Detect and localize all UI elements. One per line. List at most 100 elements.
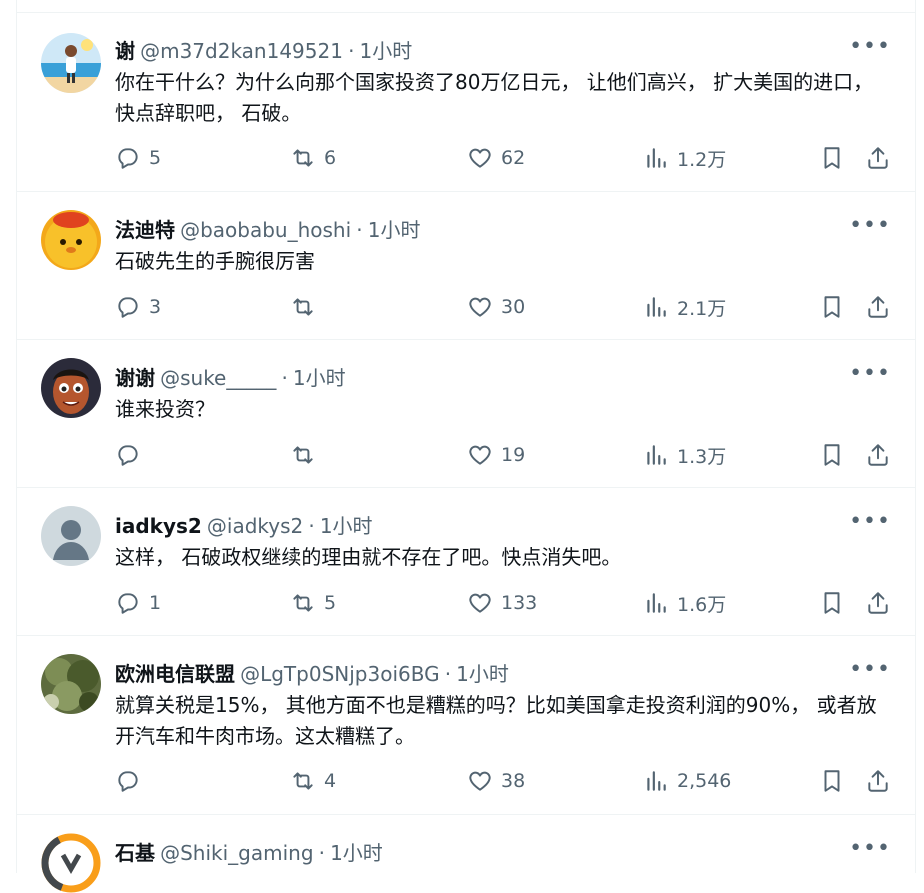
display-name[interactable]: 法迪特 — [115, 218, 175, 242]
timestamp[interactable]: 1小时 — [320, 514, 373, 538]
timestamp[interactable]: 1小时 — [368, 218, 421, 242]
beach-person-avatar-icon — [41, 33, 101, 93]
share-icon — [868, 147, 888, 169]
retweet-button[interactable] — [290, 440, 324, 470]
overwatch-logo-avatar-icon — [41, 833, 101, 893]
heart-icon — [469, 297, 491, 317]
views-chart-icon — [647, 593, 666, 613]
retweet-icon — [293, 149, 313, 167]
share-button[interactable] — [865, 766, 891, 796]
retweet-button[interactable]: 5 — [290, 588, 336, 618]
display-name[interactable]: 谢 — [115, 39, 135, 63]
view-count: 2.1万 — [677, 297, 727, 320]
display-name[interactable]: 欧洲电信联盟 — [115, 662, 235, 686]
reply-button[interactable] — [115, 440, 149, 470]
tweet-text: 你在干什么？为什么向那个国家投资了80万亿日元， 让他们高兴， 扩大美国的进口，… — [115, 70, 874, 125]
avatar[interactable] — [41, 654, 101, 714]
reply-count: 5 — [149, 147, 162, 169]
user-handle[interactable]: @Shiki_gaming — [160, 841, 313, 865]
views-button[interactable]: 2.1万 — [643, 292, 726, 322]
views-chart-icon — [647, 771, 666, 791]
views-chart-icon — [647, 297, 666, 317]
share-button[interactable] — [865, 143, 891, 173]
avatar[interactable] — [41, 210, 101, 270]
avatar[interactable] — [41, 506, 101, 566]
user-handle[interactable]: @LgTp0SNjp3oi6BG — [240, 662, 440, 686]
more-options-button[interactable]: ••• — [849, 838, 891, 860]
reply-icon — [118, 148, 138, 169]
like-button[interactable]: 30 — [467, 292, 525, 322]
more-options-button[interactable]: ••• — [849, 363, 891, 385]
tweet[interactable]: 谢 @m37d2kan149521 · 1小时 ••• 你在干什么？为什么向那个… — [17, 13, 915, 192]
avatar[interactable] — [41, 33, 101, 93]
retweet-button[interactable] — [290, 292, 324, 322]
display-name[interactable]: 石基 — [115, 841, 155, 865]
bookmark-button[interactable] — [819, 440, 845, 470]
user-handle[interactable]: @baobabu_hoshi — [180, 218, 351, 242]
reply-icon — [118, 593, 138, 614]
tweet-text: 谁来投资？ — [115, 397, 215, 421]
more-options-button[interactable]: ••• — [849, 215, 891, 237]
bookmark-icon — [824, 147, 840, 169]
share-icon — [868, 444, 888, 466]
heart-icon — [469, 148, 491, 168]
avatar[interactable] — [41, 358, 101, 418]
timestamp[interactable]: 1小时 — [330, 841, 383, 865]
reply-icon — [118, 445, 138, 466]
views-button[interactable]: 1.6万 — [643, 588, 726, 618]
avatar[interactable] — [41, 833, 101, 893]
bookmark-button[interactable] — [819, 143, 845, 173]
retweet-icon — [293, 772, 313, 790]
separator-dot: · — [318, 841, 325, 865]
user-handle[interactable]: @suke_____ — [160, 366, 276, 390]
display-name[interactable]: iadkys2 — [115, 514, 202, 538]
timestamp[interactable]: 1小时 — [293, 366, 346, 390]
reply-button[interactable]: 1 — [115, 588, 161, 618]
view-count: 1.6万 — [677, 593, 727, 616]
retweet-button[interactable]: 4 — [290, 766, 336, 796]
share-button[interactable] — [865, 588, 891, 618]
more-options-button[interactable]: ••• — [849, 36, 891, 58]
like-button[interactable]: 62 — [467, 143, 525, 173]
retweet-count: 4 — [324, 770, 337, 792]
heart-icon — [469, 445, 491, 465]
reply-icon — [118, 771, 138, 792]
tweet[interactable]: 谢谢 @suke_____ · 1小时 ••• 谁来投资？ 19 1.3万 — [17, 340, 915, 488]
view-count: 2,546 — [677, 770, 732, 792]
bookmark-button[interactable] — [819, 766, 845, 796]
action-bar: 5 6 62 1.2万 — [115, 143, 893, 173]
like-button[interactable]: 38 — [467, 766, 525, 796]
bookmark-button[interactable] — [819, 292, 845, 322]
display-name[interactable]: 谢谢 — [115, 366, 155, 390]
bookmark-icon — [824, 592, 840, 614]
tweet[interactable]: iadkys2 @iadkys2 · 1小时 ••• 这样， 石破政权继续的理由… — [17, 488, 915, 636]
bookmark-icon — [824, 770, 840, 792]
like-button[interactable]: 133 — [467, 588, 537, 618]
more-options-button[interactable]: ••• — [849, 659, 891, 681]
views-button[interactable]: 1.2万 — [643, 143, 726, 173]
views-button[interactable]: 1.3万 — [643, 440, 726, 470]
timestamp[interactable]: 1小时 — [360, 39, 413, 63]
share-button[interactable] — [865, 440, 891, 470]
tweet[interactable]: 法迪特 @baobabu_hoshi · 1小时 ••• 石破先生的手腕很厉害 … — [17, 192, 915, 340]
timestamp[interactable]: 1小时 — [456, 662, 509, 686]
view-count: 1.3万 — [677, 445, 727, 468]
retweet-count: 6 — [324, 147, 337, 169]
bookmark-button[interactable] — [819, 588, 845, 618]
like-button[interactable]: 19 — [467, 440, 525, 470]
reply-icon — [118, 297, 138, 318]
action-bar: 3 30 2.1万 — [115, 292, 893, 322]
like-count: 133 — [501, 592, 538, 614]
action-bar: 19 1.3万 — [115, 440, 893, 470]
reply-button[interactable] — [115, 766, 149, 796]
more-options-button[interactable]: ••• — [849, 511, 891, 533]
share-button[interactable] — [865, 292, 891, 322]
views-button[interactable]: 2,546 — [643, 766, 731, 796]
reply-button[interactable]: 3 — [115, 292, 161, 322]
user-handle[interactable]: @m37d2kan149521 — [140, 39, 343, 63]
reply-button[interactable]: 5 — [115, 143, 161, 173]
retweet-button[interactable]: 6 — [290, 143, 336, 173]
tweet[interactable]: 石基 @Shiki_gaming · 1小时 ••• — [17, 815, 915, 893]
tweet[interactable]: 欧洲电信联盟 @LgTp0SNjp3oi6BG · 1小时 ••• 就算关税是1… — [17, 636, 915, 815]
user-handle[interactable]: @iadkys2 — [207, 514, 303, 538]
